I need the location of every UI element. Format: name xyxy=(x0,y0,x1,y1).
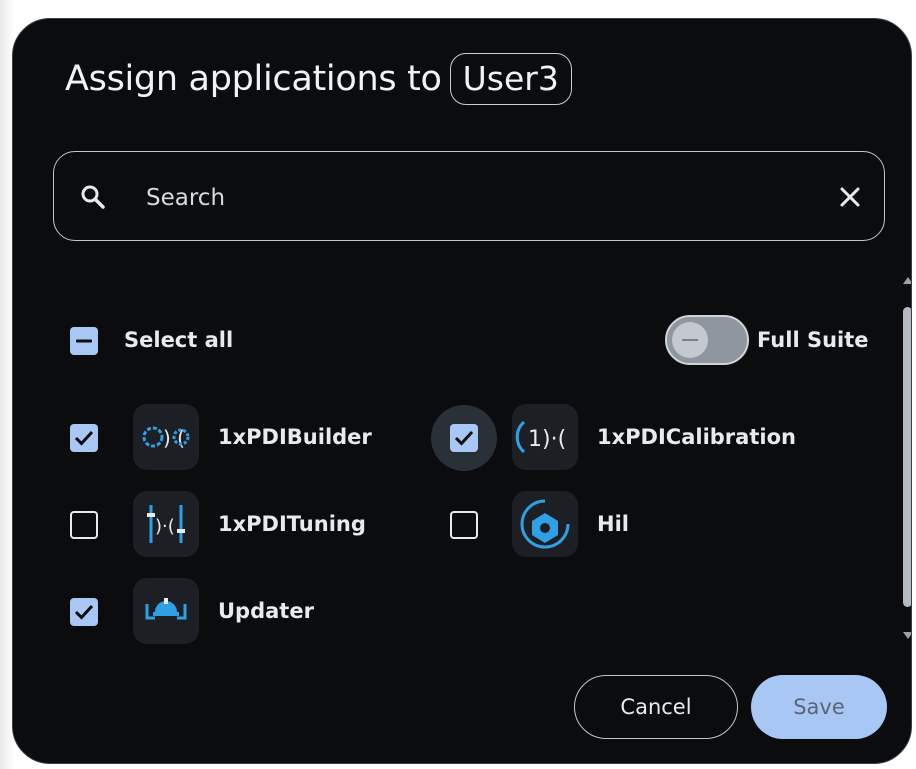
cancel-button[interactable]: Cancel xyxy=(574,675,738,739)
scroll-thumb[interactable] xyxy=(903,307,911,607)
search-icon xyxy=(81,185,105,209)
pdi-calibration-icon: 1)·( xyxy=(512,404,578,470)
updater-icon xyxy=(133,578,199,644)
full-suite-toggle[interactable] xyxy=(665,315,749,365)
toggle-knob xyxy=(672,322,708,358)
hil-icon xyxy=(512,491,578,557)
app-label-hil: Hil xyxy=(597,512,629,536)
search-input[interactable] xyxy=(144,178,788,218)
svg-text:)·(: )·( xyxy=(155,516,175,537)
checkmark-icon xyxy=(74,604,94,620)
app-checkbox-hil[interactable] xyxy=(450,511,478,539)
app-label-1xpdibuilder: 1xPDIBuilder xyxy=(218,425,372,449)
dialog-header: Assign applications to User3 xyxy=(65,53,572,105)
clear-search-icon[interactable] xyxy=(838,185,862,209)
app-label-1xpdituning: 1xPDITuning xyxy=(218,512,366,536)
select-all-label: Select all xyxy=(124,328,234,352)
assign-applications-dialog: Assign applications to User3 Select all … xyxy=(12,18,912,764)
user-chip: User3 xyxy=(449,53,572,105)
indeterminate-icon xyxy=(76,339,92,343)
pdi-tuning-icon: )·( xyxy=(133,491,199,557)
app-label-1xpdicalibration: 1xPDICalibration xyxy=(597,425,796,449)
checkmark-icon xyxy=(454,430,474,446)
select-all-checkbox[interactable] xyxy=(70,327,98,355)
svg-text:1)·(: 1)·( xyxy=(528,427,566,452)
app-checkbox-1xpdibuilder[interactable] xyxy=(70,424,98,452)
search-box xyxy=(53,151,885,241)
app-checkbox-1xpdituning[interactable] xyxy=(70,511,98,539)
save-button[interactable]: Save xyxy=(751,675,887,739)
scroll-up-arrow-icon[interactable] xyxy=(903,277,911,284)
app-checkbox-updater[interactable] xyxy=(70,598,98,626)
app-checkbox-1xpdicalibration[interactable] xyxy=(450,424,478,452)
pdi-builder-icon: )·( xyxy=(133,404,199,470)
dialog-title: Assign applications to xyxy=(65,58,442,99)
list-scrollbar[interactable] xyxy=(902,277,911,639)
app-label-updater: Updater xyxy=(218,599,314,623)
full-suite-label: Full Suite xyxy=(757,328,869,352)
checkmark-icon xyxy=(74,430,94,446)
scroll-down-arrow-icon[interactable] xyxy=(903,632,911,639)
